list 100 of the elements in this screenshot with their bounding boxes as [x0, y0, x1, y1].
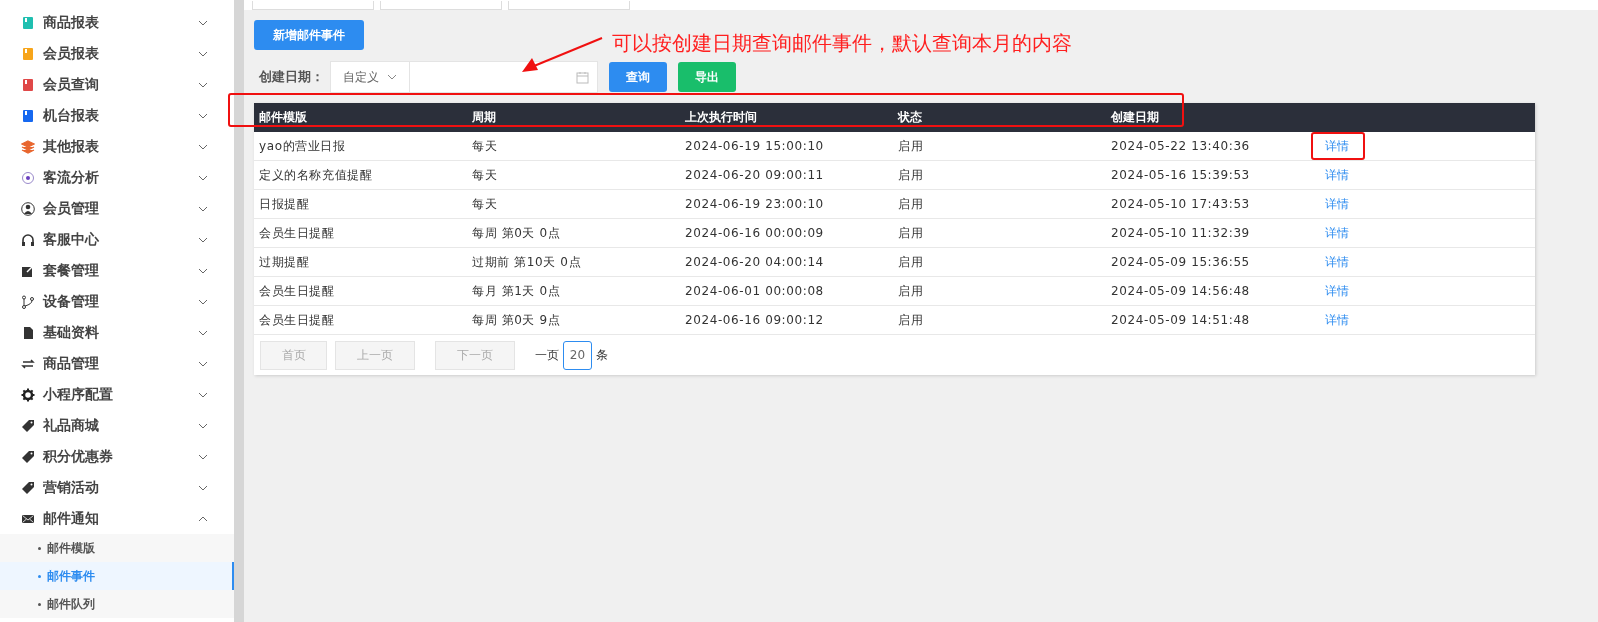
table-cell-text: 会员生日提醒	[258, 282, 336, 300]
table-cell-text: 2024-06-16 00:00:09	[684, 226, 825, 240]
sidebar-item[interactable]: 客服中心	[0, 224, 234, 255]
chevron-up-icon	[198, 515, 208, 522]
tab-edge[interactable]	[380, 1, 502, 10]
page-size-label: 一页	[535, 346, 559, 364]
annotation-text: 可以按创建日期查询邮件事件，默认查询本月的内容	[612, 30, 1072, 57]
chevron-down-icon	[198, 329, 208, 336]
document-icon	[21, 325, 35, 340]
sidebar-item[interactable]: 礼品商城	[0, 410, 234, 441]
submenu-item[interactable]: 邮件模版	[0, 534, 234, 562]
bullet-icon	[38, 602, 41, 606]
table-cell-text: 会员生日提醒	[258, 224, 336, 242]
sidebar-item[interactable]: 积分优惠券	[0, 441, 234, 472]
date-mode-select[interactable]: 自定义	[330, 61, 410, 93]
book-icon	[21, 15, 35, 30]
table-cell-text: 2024-06-19 15:00:10	[684, 139, 825, 153]
filter-label: 创建日期：	[259, 68, 325, 86]
chevron-down-icon	[198, 484, 208, 491]
sidebar-item[interactable]: 营销活动	[0, 472, 234, 503]
table-cell-text: 启用	[897, 282, 925, 300]
chevron-down-icon	[198, 143, 208, 150]
details-link[interactable]: 详情	[1325, 166, 1349, 184]
table-cell-text: 每周 第0天 9点	[471, 311, 562, 329]
gear-icon	[21, 387, 35, 402]
table-cell-text: 过期提醒	[258, 253, 311, 271]
column-header: 状态	[896, 109, 923, 126]
sidebar-item[interactable]: 商品管理	[0, 348, 234, 379]
book-icon	[21, 46, 35, 61]
sidebar-item[interactable]: 基础资料	[0, 317, 234, 348]
table-cell-text: 启用	[897, 137, 925, 155]
table-cell-text: 启用	[897, 253, 925, 271]
chevron-down-icon	[198, 19, 208, 26]
bullet-icon	[38, 546, 41, 550]
table-cell-text: 2024-05-09 15:36:55	[1110, 255, 1251, 269]
scrollbar[interactable]	[234, 0, 244, 622]
highlight-frame	[1311, 132, 1365, 160]
swap-icon	[21, 356, 35, 371]
column-header: 创建日期	[1110, 109, 1160, 126]
bullet-icon	[38, 574, 41, 578]
date-range-field[interactable]	[410, 61, 598, 93]
table-cell-text: 启用	[897, 195, 925, 213]
tab-edge[interactable]	[252, 1, 374, 10]
table-cell-text: 2024-06-19 23:00:10	[684, 197, 825, 211]
chevron-down-icon	[198, 391, 208, 398]
table-cell-text: 2024-06-01 00:00:08	[684, 284, 825, 298]
table-cell-text: 2024-05-10 17:43:53	[1110, 197, 1251, 211]
sidebar-item[interactable]: 会员报表	[0, 38, 234, 69]
table-cell-text: 每天	[471, 195, 499, 213]
submenu-item[interactable]: 邮件队列	[0, 590, 234, 618]
sidebar-item[interactable]: 其他报表	[0, 131, 234, 162]
table-cell-text: 会员生日提醒	[258, 311, 336, 329]
column-header: 周期	[471, 109, 497, 126]
chevron-down-icon	[198, 267, 208, 274]
book-icon	[21, 77, 35, 92]
details-link[interactable]: 详情	[1325, 311, 1349, 329]
layers-icon	[21, 139, 35, 154]
calendar-icon	[576, 70, 589, 84]
column-header: 上次执行时间	[684, 109, 758, 126]
sidebar-item[interactable]: 会员查询	[0, 69, 234, 100]
target-icon	[21, 170, 35, 185]
sidebar-item[interactable]: 小程序配置	[0, 379, 234, 410]
table-cell-text: 启用	[897, 311, 925, 329]
details-link[interactable]: 详情	[1325, 195, 1349, 213]
chevron-down-icon	[198, 174, 208, 181]
table-cell-text: 启用	[897, 224, 925, 242]
chevron-down-icon	[198, 360, 208, 367]
chevron-down-icon	[198, 205, 208, 212]
sidebar-item[interactable]: 套餐管理	[0, 255, 234, 286]
sidebar-item[interactable]: 设备管理	[0, 286, 234, 317]
sidebar-item[interactable]: 邮件通知	[0, 503, 234, 534]
table-cell-text: 日报提醒	[258, 195, 311, 213]
details-link[interactable]: 详情	[1325, 253, 1349, 271]
table-cell-text: 2024-05-16 15:39:53	[1110, 168, 1251, 182]
table-cell-text: 每周 第0天 0点	[471, 224, 562, 242]
table-cell-text: 2024-06-20 04:00:14	[684, 255, 825, 269]
table-cell-text: yao的营业日报	[258, 137, 347, 155]
table-cell-text: 过期前 第10天 0点	[471, 253, 583, 271]
tag-icon	[21, 418, 35, 433]
chevron-down-icon	[198, 112, 208, 119]
details-link[interactable]: 详情	[1325, 224, 1349, 242]
sidebar-item[interactable]: 商品报表	[0, 7, 234, 38]
tab-edge[interactable]	[508, 1, 630, 10]
sidebar-item[interactable]: 客流分析	[0, 162, 234, 193]
chevron-down-icon	[198, 453, 208, 460]
chevron-down-icon	[198, 422, 208, 429]
details-link[interactable]: 详情	[1325, 282, 1349, 300]
tag-icon	[21, 480, 35, 495]
user-icon	[21, 201, 35, 216]
chevron-down-icon	[198, 81, 208, 88]
table-cell-text: 2024-05-10 11:32:39	[1110, 226, 1251, 240]
sidebar-item[interactable]: 会员管理	[0, 193, 234, 224]
page-size-field[interactable]: 20	[563, 340, 592, 370]
details-link[interactable]: 详情	[1325, 137, 1349, 155]
table-cell-text: 2024-05-09 14:51:48	[1110, 313, 1251, 327]
page-size-unit: 条	[596, 346, 608, 364]
table-cell-text: 启用	[897, 166, 925, 184]
sidebar-item[interactable]: 机台报表	[0, 100, 234, 131]
headset-icon	[21, 232, 35, 247]
tag-icon	[21, 449, 35, 464]
